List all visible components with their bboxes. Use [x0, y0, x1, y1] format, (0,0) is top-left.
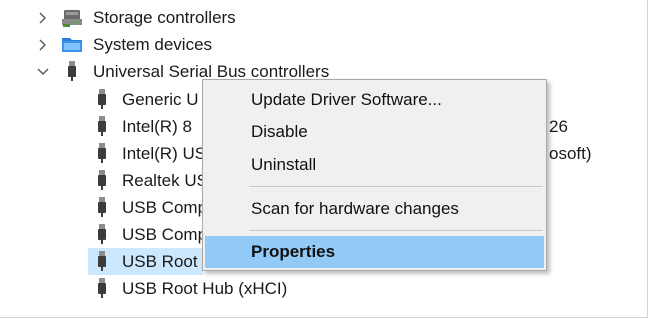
tree-item-usb-device[interactable]: Intel(R) US	[122, 140, 206, 167]
menu-separator	[249, 230, 543, 231]
system-devices-icon	[60, 34, 84, 56]
menu-item-label: Update Driver Software...	[251, 90, 442, 109]
usb-plug-icon	[92, 115, 116, 137]
device-manager-tree-view: Storage controllers System devices Unive…	[0, 0, 649, 319]
partial-tree-row	[30, 0, 230, 2]
menu-item-update-driver[interactable]: Update Driver Software...	[203, 85, 546, 115]
tree-item-usb-root-hub-xhci[interactable]: USB Root Hub (xHCI)	[122, 275, 287, 302]
tree-item-usb-device[interactable]: Intel(R) 8	[122, 113, 192, 140]
usb-plug-icon	[92, 223, 116, 245]
tree-item-usb-device[interactable]: Realtek US	[122, 167, 208, 194]
menu-item-properties[interactable]: Properties	[205, 236, 544, 268]
usb-plug-icon	[92, 250, 116, 272]
tree-item-usb-device[interactable]: Generic U	[122, 86, 199, 113]
context-menu: Update Driver Software... Disable Uninst…	[202, 79, 547, 271]
usb-plug-icon	[92, 169, 116, 191]
menu-item-label: Disable	[251, 122, 308, 141]
usb-plug-icon	[92, 88, 116, 110]
chevron-down-icon[interactable]	[36, 65, 50, 79]
menu-separator	[249, 186, 543, 187]
menu-item-uninstall[interactable]: Uninstall	[203, 150, 546, 180]
chevron-right-icon[interactable]	[36, 38, 50, 52]
tree-item-usb-device[interactable]: USB Comp	[122, 221, 207, 248]
menu-item-label: Properties	[251, 242, 336, 261]
menu-item-disable[interactable]: Disable	[203, 117, 546, 147]
tree-item-system-devices[interactable]: System devices	[93, 31, 212, 58]
chevron-right-icon[interactable]	[36, 11, 50, 25]
usb-plug-icon	[62, 60, 86, 82]
menu-item-label: Scan for hardware changes	[251, 199, 459, 218]
tree-item-storage-controllers[interactable]: Storage controllers	[93, 4, 236, 31]
tree-item-usb-device[interactable]: USB Comp	[122, 194, 207, 221]
storage-controller-icon	[60, 7, 84, 29]
usb-plug-icon	[92, 277, 116, 299]
tree-item-overflow-text: osoft)	[549, 144, 592, 163]
menu-item-scan-hardware[interactable]: Scan for hardware changes	[203, 194, 546, 224]
tree-item-usb-root-hub[interactable]: USB Root	[122, 248, 198, 275]
usb-plug-icon	[92, 196, 116, 218]
menu-item-label: Uninstall	[251, 155, 317, 174]
usb-plug-icon	[92, 142, 116, 164]
tree-item-overflow-text: 26	[549, 117, 568, 136]
